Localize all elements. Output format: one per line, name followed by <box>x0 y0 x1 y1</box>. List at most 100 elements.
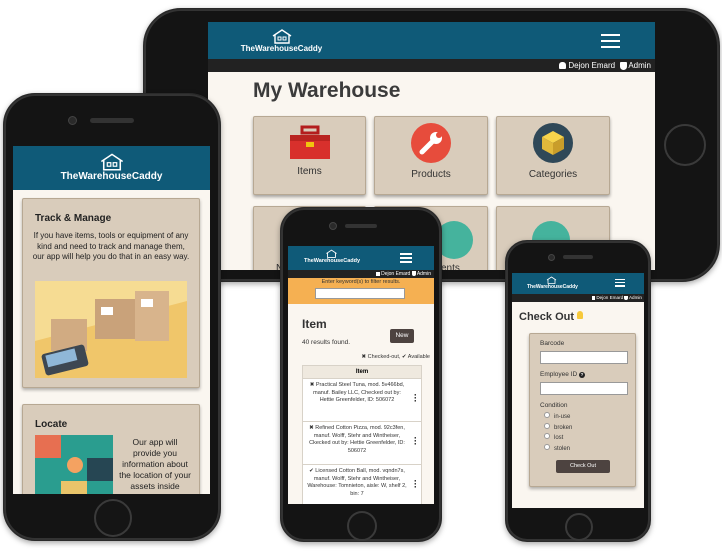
filter-hint: Enter keyword(s) to filter results. <box>321 279 401 285</box>
tile-categories[interactable]: Categories <box>496 116 610 195</box>
phone-left-home-button[interactable] <box>94 499 132 537</box>
menu-icon[interactable] <box>601 34 620 48</box>
checkout-title-text: Check Out <box>519 311 575 323</box>
warehouse-illustration <box>35 281 187 378</box>
app-header: TheWarehouseCaddy <box>13 146 210 190</box>
user-name[interactable]: Dejon Emard <box>568 61 615 70</box>
row-description: Practical Steel Tuna, mod. 5v466bd, manu… <box>313 382 405 403</box>
phone-left-speaker <box>90 118 134 123</box>
phone-mid-camera <box>329 222 337 230</box>
list-title: Item <box>302 317 327 331</box>
user-name[interactable]: Dejon Emard <box>596 295 623 300</box>
phone-left-screen: TheWarehouseCaddy Track & Manage If you … <box>13 146 210 494</box>
help-icon[interactable]: ? <box>579 372 586 378</box>
radio-circle-icon <box>544 443 550 450</box>
filter-input[interactable] <box>315 288 405 299</box>
employee-id-label: Employee ID ? <box>540 371 586 378</box>
shield-check-icon <box>624 295 628 300</box>
toolbox-icon <box>289 125 330 159</box>
card-title: Track & Manage <box>35 213 112 224</box>
user-bar: Dejon Emard Admin <box>512 294 644 302</box>
menu-icon[interactable] <box>615 279 625 287</box>
radio-label: broken <box>554 424 573 431</box>
row-menu-icon[interactable]: · · · <box>414 477 417 492</box>
user-icon <box>559 62 567 70</box>
row-menu-icon[interactable]: · · · <box>414 434 417 449</box>
shield-check-icon <box>411 271 416 277</box>
phone-right-camera <box>548 254 555 261</box>
status-icon: ✔ <box>309 468 314 474</box>
phone-left-device: TheWarehouseCaddy Track & Manage If you … <box>3 93 221 541</box>
available-icon: ✔ <box>401 354 407 360</box>
employee-id-input[interactable] <box>540 382 628 395</box>
row-menu-icon[interactable]: · · · <box>414 391 417 406</box>
radio-broken[interactable]: broken <box>544 422 573 434</box>
user-icon <box>375 271 380 276</box>
box-icon <box>533 123 573 163</box>
phone-right-speaker <box>563 255 593 259</box>
table-row[interactable]: ✔ Licensed Cotton Ball, mod. vqndn7s, ma… <box>303 465 421 504</box>
radio-label: in-use <box>554 414 571 420</box>
user-role: Admin <box>628 61 651 70</box>
legend-available: Available <box>407 354 430 360</box>
brand-name: TheWarehouseCaddy <box>60 171 163 182</box>
status-icon: ✖ <box>309 425 314 431</box>
tile-items-label: Items <box>297 166 322 177</box>
status-legend: ✖ Checked-out, ✔ Available <box>362 354 430 360</box>
house-logo-icon <box>272 29 291 44</box>
card-locate: Locate Our app will provide you informat… <box>22 404 200 494</box>
menu-icon[interactable] <box>400 253 412 263</box>
tile-products[interactable]: Products <box>374 116 488 195</box>
user-icon <box>591 296 596 300</box>
table-header: Item <box>303 366 421 379</box>
condition-label: Condition <box>540 402 568 409</box>
tablet-home-button[interactable] <box>664 124 706 166</box>
wrench-icon <box>411 123 451 163</box>
status-icon: ✖ <box>309 382 315 388</box>
table-row[interactable]: ✖ Practical Steel Tuna, mod. 5v466bd, ma… <box>303 379 421 422</box>
card-track-manage: Track & Manage If you have items, tools … <box>22 198 200 388</box>
radio-lost[interactable]: lost <box>544 433 572 444</box>
map-illustration <box>35 435 113 494</box>
checkout-submit-button[interactable]: Check Out <box>556 460 610 473</box>
phone-right-home-button[interactable] <box>565 513 593 541</box>
condition-radio-group: in-use broken lost stolen <box>544 412 572 454</box>
brand-logo[interactable]: TheWarehouseCaddy <box>239 28 324 53</box>
row-text: ✖ Refined Cotton Pizza, mod. 92c3fen, ma… <box>307 425 407 455</box>
radio-label: stolen <box>554 445 571 452</box>
legend-checked-out: Checked-out, <box>367 354 401 360</box>
radio-circle-icon <box>544 412 550 418</box>
checkout-title: Check Out <box>519 311 584 323</box>
brand-logo[interactable]: TheWarehouseCaddy <box>527 276 578 290</box>
app-header: TheWarehouseCaddy <box>208 22 655 59</box>
row-description: Licensed Cotton Ball, mod. vqndn7s, manu… <box>307 468 407 497</box>
brand-logo[interactable]: TheWarehouseCaddy <box>304 249 360 264</box>
tile-items[interactable]: Items <box>253 116 366 195</box>
barcode-input[interactable] <box>540 351 628 364</box>
phone-right-device: TheWarehouseCaddy Dejon Emard Admin Chec… <box>505 240 651 542</box>
phone-mid-screen: TheWarehouseCaddy Dejon Emard Admin Ente… <box>288 246 434 504</box>
phone-right-screen: TheWarehouseCaddy Dejon Emard Admin Chec… <box>512 273 644 508</box>
shield-check-icon <box>619 61 627 70</box>
new-button[interactable]: New <box>390 329 414 343</box>
user-name[interactable]: Dejon Emard <box>381 271 410 277</box>
row-text: ✔ Licensed Cotton Ball, mod. vqndn7s, ma… <box>307 468 407 498</box>
phone-mid-home-button[interactable] <box>347 511 377 541</box>
filter-panel: Enter keyword(s) to filter results. <box>288 278 434 304</box>
barcode-label: Barcode <box>540 340 565 347</box>
radio-stolen[interactable]: stolen <box>544 443 572 455</box>
user-role: Admin <box>628 295 642 300</box>
app-header: TheWarehouseCaddy <box>512 273 644 294</box>
brand-logo[interactable]: TheWarehouseCaddy <box>13 152 210 182</box>
house-logo-icon <box>100 153 123 171</box>
lightbulb-icon <box>577 311 584 319</box>
phone-left-camera <box>68 116 77 125</box>
checkout-form: Barcode Employee ID ? Condition in-use b… <box>529 333 636 487</box>
radio-in-use[interactable]: in-use <box>544 412 572 423</box>
house-logo-icon <box>325 249 337 258</box>
radio-circle-icon <box>544 422 550 429</box>
table-row[interactable]: ✖ Refined Cotton Pizza, mod. 92c3fen, ma… <box>303 422 421 465</box>
card-body: Our app will provide you information abo… <box>119 437 191 491</box>
brand-name: TheWarehouseCaddy <box>240 44 323 53</box>
page-title: My Warehouse <box>253 79 401 102</box>
